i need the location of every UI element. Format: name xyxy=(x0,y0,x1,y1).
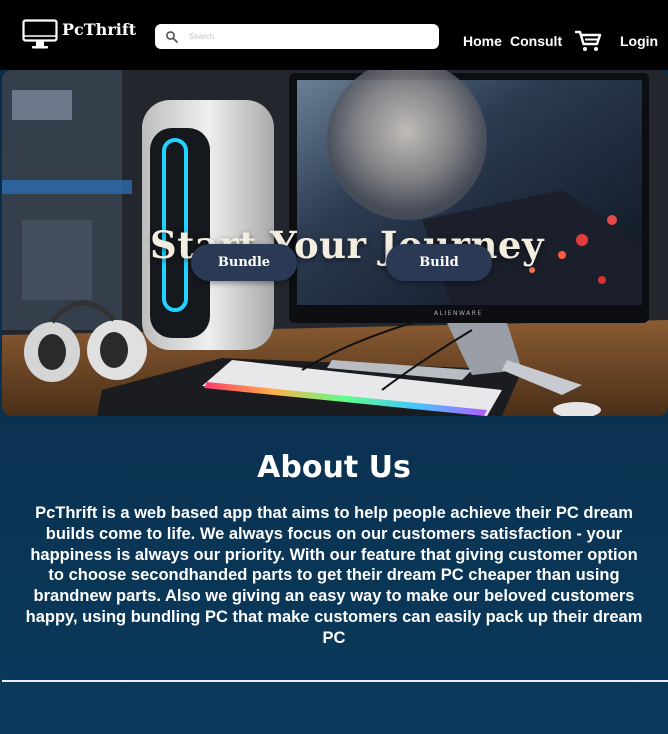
search-icon xyxy=(166,30,178,43)
brand-name: PcThrift xyxy=(62,20,137,39)
brand-logo[interactable]: PcThrift xyxy=(22,19,136,50)
about-description: PcThrift is a web based app that aims to… xyxy=(25,504,643,647)
search-input[interactable] xyxy=(189,24,429,49)
nav-home-link[interactable]: Home xyxy=(463,33,502,49)
search-bar[interactable] xyxy=(155,24,439,49)
monitor-brand-label: ALIENWARE xyxy=(434,310,483,317)
bundle-button[interactable]: Bundle xyxy=(191,244,297,281)
navbar: PcThrift Home Consult Login xyxy=(0,0,668,70)
nav-login-link[interactable]: Login xyxy=(620,33,658,49)
hero-title: Start Your Journey xyxy=(150,223,544,267)
section-divider xyxy=(2,680,668,682)
nav-consult-link[interactable]: Consult xyxy=(510,33,562,49)
about-title: About Us xyxy=(257,450,411,485)
hero-banner: ALIENWARE Start Your Journey Bundle Buil… xyxy=(2,70,668,416)
monitor-icon xyxy=(22,19,58,49)
cart-button[interactable] xyxy=(574,30,602,57)
shopping-cart-icon xyxy=(574,30,602,51)
build-button[interactable]: Build xyxy=(386,244,492,281)
